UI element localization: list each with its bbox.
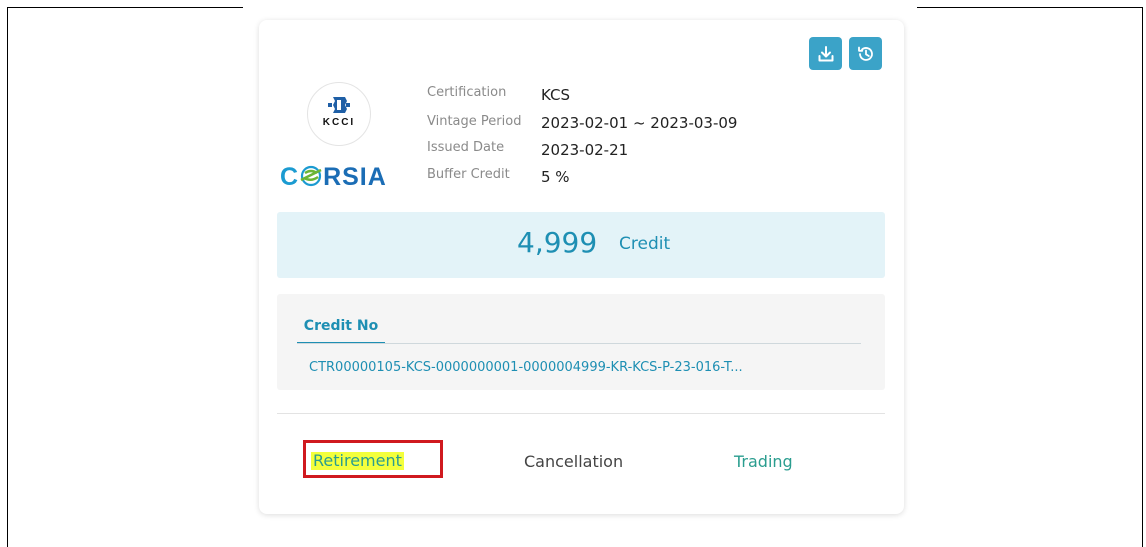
actions-divider <box>277 413 885 414</box>
credit-card: KCCI C RSIA Certification KCS Vintage Pe… <box>259 20 904 514</box>
issued-date-value: 2023-02-21 <box>541 141 629 159</box>
certification-value: KCS <box>541 86 571 104</box>
credit-amount: 4,999 <box>517 226 598 259</box>
download-icon <box>818 45 833 61</box>
credit-no-panel: Credit No CTR00000105-KCS-0000000001-000… <box>277 294 885 390</box>
trading-button[interactable]: Trading <box>734 452 793 471</box>
retirement-label: Retirement <box>311 451 404 470</box>
download-button[interactable] <box>809 37 842 70</box>
frame-top-edge-left <box>7 7 243 8</box>
credit-no-value[interactable]: CTR00000105-KCS-0000000001-0000004999-KR… <box>309 360 743 375</box>
frame-top-edge-right <box>917 7 1143 8</box>
retirement-button[interactable]: Retirement <box>303 440 443 478</box>
history-button[interactable] <box>849 37 882 70</box>
buffer-credit-label: Buffer Credit <box>427 167 510 182</box>
corsia-globe-icon <box>300 165 322 187</box>
credit-unit: Credit <box>619 234 671 254</box>
vintage-period-value: 2023-02-01 ~ 2023-03-09 <box>541 114 738 132</box>
kcci-emblem-icon <box>328 97 350 113</box>
cancellation-button[interactable]: Cancellation <box>524 452 623 471</box>
kcci-logo: KCCI <box>307 82 371 146</box>
kcci-logo-text: KCCI <box>322 117 356 128</box>
certification-label: Certification <box>427 85 507 100</box>
history-icon <box>857 46 873 61</box>
corsia-logo: C RSIA <box>280 163 387 191</box>
tab-underline-divider <box>297 343 861 344</box>
vintage-period-label: Vintage Period <box>427 114 522 129</box>
issued-date-label: Issued Date <box>427 140 505 155</box>
credit-balance-banner: 4,999 Credit <box>277 212 885 278</box>
tab-credit-no[interactable]: Credit No <box>297 316 385 344</box>
buffer-credit-value: 5 % <box>541 168 570 186</box>
